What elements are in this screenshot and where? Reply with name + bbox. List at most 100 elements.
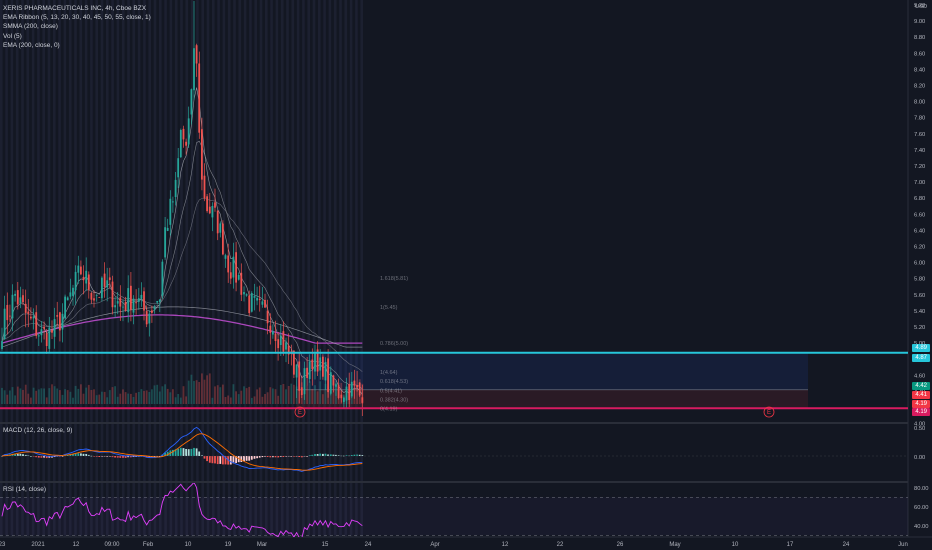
macd-title[interactable]: MACD (12, 26, close, 9) (3, 427, 72, 434)
volume-bar (198, 382, 201, 404)
price-tick: 6.00 (914, 261, 925, 267)
volume-bar (219, 387, 222, 404)
volume-bar (45, 397, 48, 404)
chart-canvas[interactable]: 1.618(5.81) 1(5.45) 0.786(5.00) 1(4.64) 0.61… (0, 0, 932, 550)
candle-body (232, 256, 235, 278)
time-tick: 19 (225, 542, 232, 548)
volume-bar (130, 393, 132, 404)
session-band (339, 0, 342, 537)
volume-bar (306, 385, 308, 404)
volume-bar (314, 385, 316, 404)
candle-body (214, 202, 216, 208)
candle-body (172, 201, 174, 203)
symbol-title[interactable]: XERIS PHARMACEUTICALS INC, 4h, Cboe BZX (3, 4, 151, 13)
candle-body (114, 305, 116, 308)
macd-histogram-bar (322, 453, 324, 456)
volume-bar (206, 375, 208, 404)
candle-body (16, 290, 19, 305)
volume-bar (316, 391, 319, 404)
candle-body (248, 295, 251, 314)
candle-body (27, 311, 30, 314)
macd-pane[interactable] (0, 426, 908, 472)
candle-body (208, 206, 211, 214)
chart-legend: XERIS PHARMACEUTICALS INC, 4h, Cboe BZX … (3, 4, 151, 50)
session-band (328, 0, 332, 537)
rsi-pane[interactable] (0, 482, 908, 538)
volume-bar (237, 394, 240, 404)
macd-histogram-bar (19, 453, 22, 456)
session-band (5, 0, 8, 537)
candle-body (198, 63, 201, 133)
session-band (318, 0, 321, 537)
price-tick: 6.80 (914, 196, 925, 202)
candle-body (332, 375, 335, 386)
volume-bar (272, 388, 274, 404)
candle-body (11, 294, 14, 319)
candle-body (56, 315, 59, 317)
volume-bar (156, 384, 159, 404)
volume-bar (27, 393, 30, 404)
volume-bar (248, 386, 251, 404)
volume-bar (179, 397, 182, 404)
price-label-badge: 4.41 (912, 390, 930, 399)
candle-body (229, 272, 232, 279)
candle-body (193, 48, 195, 91)
candle-body (277, 339, 280, 349)
candle-body (235, 252, 237, 283)
price-tick: 5.20 (914, 325, 925, 331)
volume-bar (14, 395, 16, 404)
price-tick: 7.40 (914, 148, 925, 154)
candle-body (211, 206, 214, 218)
candle-body (127, 288, 130, 313)
candle-body (258, 298, 261, 300)
macd-histogram-bar (82, 453, 85, 456)
session-band (15, 0, 19, 537)
volume-bar (74, 385, 77, 404)
price-tick: 6.20 (914, 245, 925, 251)
volume-bar (203, 379, 206, 404)
volume-bar (53, 386, 56, 404)
volume-bar (90, 390, 93, 404)
candle-body (261, 301, 264, 305)
price-tick: 8.20 (914, 84, 925, 90)
volume-bar (22, 389, 24, 404)
candle-body (319, 357, 322, 371)
candle-body (137, 298, 140, 302)
indicator-volume[interactable]: Vol (5) (3, 32, 151, 41)
volume-bar (322, 394, 324, 404)
volume-bar (108, 390, 111, 404)
candle-body (185, 141, 187, 146)
volume-bar (282, 384, 285, 404)
session-band (323, 0, 326, 537)
candle-body (298, 361, 301, 391)
volume-bar (214, 386, 216, 404)
volume-bar (245, 388, 248, 404)
volume-bar (308, 381, 311, 404)
volume-bar (19, 388, 22, 404)
indicator-ema[interactable]: EMA (200, close, 0) (3, 41, 151, 50)
rsi-title[interactable]: RSI (14, close) (3, 486, 46, 493)
volume-bar (161, 386, 164, 404)
indicator-smma[interactable]: SMMA (200, close) (3, 22, 151, 31)
fib-label: 0.5(4.41) (380, 389, 402, 395)
price-tick: 5.80 (914, 277, 925, 283)
macd-histogram-bar (290, 456, 293, 457)
fib-label: 0.382(4.30) (380, 397, 408, 403)
volume-bar (148, 392, 151, 404)
earnings-marker-label: E (767, 410, 771, 416)
candle-body (80, 266, 82, 275)
candle-body (59, 312, 61, 331)
candle-body (161, 261, 164, 296)
candle-body (300, 387, 303, 395)
indicator-ema-ribbon[interactable]: EMA Ribbon (5, 13, 20, 30, 40, 45, 50, 5… (3, 13, 151, 22)
volume-bar (77, 388, 80, 404)
session-band (63, 0, 67, 537)
fib-label: 0.786(5.00) (380, 341, 408, 347)
session-band (312, 0, 316, 537)
candle-body (124, 302, 127, 311)
time-tick: Feb (143, 542, 154, 548)
volume-bar (290, 383, 293, 404)
volume-bar (1, 387, 3, 404)
candle-body (48, 327, 51, 349)
session-band (21, 0, 24, 537)
